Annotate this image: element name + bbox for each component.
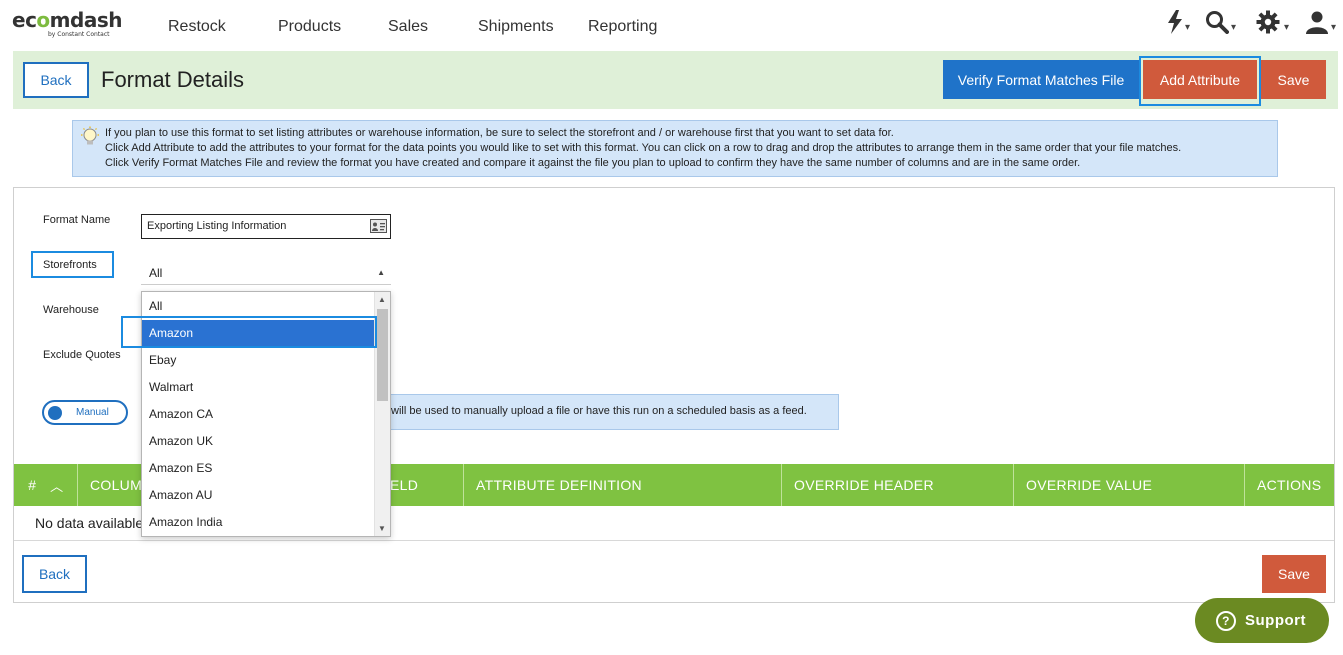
chevron-down-icon: ▾ [1331,22,1337,33]
nav-shipments[interactable]: Shipments [478,18,554,36]
support-button[interactable]: ? Support [1195,598,1329,643]
storefronts-highlight [31,251,114,278]
dropdown-option[interactable]: Amazon India [142,509,375,535]
support-label: Support [1245,612,1306,629]
toggle-label: Manual [76,407,109,418]
info-line: Click Add Attribute to add the attribute… [105,142,1182,154]
verify-format-button[interactable]: Verify Format Matches File [943,60,1139,99]
info-message: If you plan to use this format to set li… [72,120,1278,177]
toggle-note: will be used to manually upload a file o… [380,394,839,430]
save-button[interactable]: Save [1261,60,1326,99]
nav-products[interactable]: Products [278,18,341,36]
nav-restock[interactable]: Restock [168,18,226,36]
col-actions[interactable]: ACTIONS [1244,464,1334,506]
format-name-input[interactable]: Exporting Listing Information [141,214,391,239]
dropdown-option[interactable]: Ebay [142,347,375,373]
lightning-icon[interactable] [1166,10,1184,34]
format-name-label: Format Name [43,214,111,226]
user-icon[interactable] [1305,10,1329,34]
chevron-down-icon: ▾ [1284,22,1290,33]
dropdown-option[interactable]: Amazon ES [142,455,375,481]
amazon-option-highlight [121,316,377,348]
search-icon[interactable] [1205,10,1229,34]
dropdown-option[interactable]: Amazon CA [142,401,375,427]
dropdown-option[interactable]: Amazon UK [142,428,375,454]
format-name-value: Exporting Listing Information [147,220,287,232]
info-line: Click Verify Format Matches File and rev… [105,157,1081,169]
chevron-down-icon: ▾ [1185,22,1191,33]
top-nav: ecomdash by Constant Contact Restock Pro… [0,0,1343,52]
contact-card-icon [370,219,387,236]
nav-reporting[interactable]: Reporting [588,18,657,36]
brand-tagline: by Constant Contact [48,31,110,38]
back-button[interactable]: Back [23,62,89,98]
help-icon: ? [1216,610,1236,631]
scroll-up-icon[interactable]: ▲ [378,295,386,304]
caret-up-icon: ▲ [377,268,385,277]
toggle-knob [48,406,62,420]
dropdown-option[interactable]: Walmart [142,374,375,400]
lightbulb-icon [79,126,101,153]
footer-back-button[interactable]: Back [22,555,87,593]
chevron-down-icon: ▾ [1231,22,1237,33]
gear-icon[interactable] [1256,10,1280,34]
table-bottom-border [14,540,1334,541]
empty-table-text: No data available [35,515,144,531]
sort-up-icon[interactable]: ︿ [50,476,63,495]
dropdown-option[interactable]: Amazon AU [142,482,375,508]
col-override-value[interactable]: OVERRIDE VALUE [1013,464,1244,506]
info-line: If you plan to use this format to set li… [105,127,894,139]
col-override-header[interactable]: OVERRIDE HEADER [781,464,1013,506]
scrollbar-thumb[interactable] [377,309,388,401]
manual-toggle[interactable]: Manual [42,400,128,425]
storefronts-select[interactable]: All ▲ [141,262,391,285]
page-title: Format Details [101,67,245,92]
col-field[interactable]: ELD [389,464,463,506]
add-attribute-highlight [1139,56,1261,106]
col-attribute-definition[interactable]: ATTRIBUTE DEFINITION [463,464,781,506]
col-number[interactable]: # ︿ [14,464,75,506]
footer-save-button[interactable]: Save [1262,555,1326,593]
warehouse-label: Warehouse [43,304,99,316]
scroll-down-icon[interactable]: ▼ [378,524,386,533]
exclude-quotes-label: Exclude Quotes [43,349,121,361]
nav-sales[interactable]: Sales [388,18,428,36]
storefronts-value: All [149,266,163,280]
col-column[interactable]: COLUM [77,464,142,506]
brand-logo[interactable]: ecomdash by Constant Contact [12,9,122,43]
